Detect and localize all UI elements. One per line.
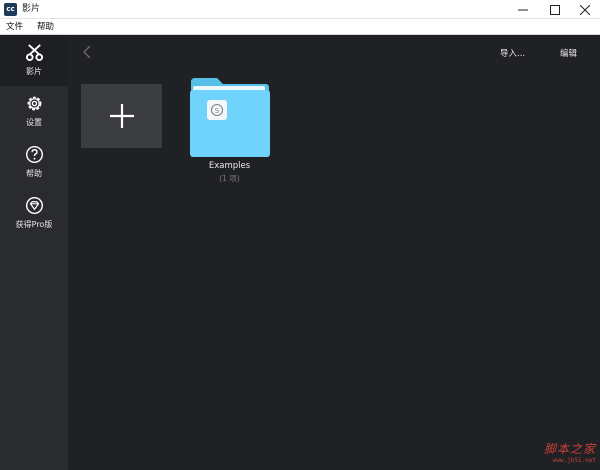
sidebar-item-label: 获得Pro版 xyxy=(15,220,53,229)
watermark-url: www.jb51.net xyxy=(552,457,596,464)
help-circle-icon xyxy=(25,145,43,164)
sidebar-item-help[interactable]: 帮助 xyxy=(0,137,68,188)
menu-bar: 文件 帮助 xyxy=(0,19,600,35)
svg-text:S: S xyxy=(215,107,220,115)
edit-button[interactable]: 编辑 xyxy=(560,47,577,59)
minimize-icon xyxy=(517,9,528,10)
sidebar-item-movies[interactable]: 影片 xyxy=(0,35,68,86)
scissors-icon xyxy=(25,44,43,62)
sidebar-item-settings[interactable]: 设置 xyxy=(0,86,68,137)
watermark: 脚本之家 www.jb51.net xyxy=(520,440,596,464)
gear-icon xyxy=(27,96,41,111)
close-button[interactable] xyxy=(568,0,600,19)
menu-help[interactable]: 帮助 xyxy=(37,19,54,35)
back-button[interactable] xyxy=(80,44,94,60)
folder-item-count: (1 项) xyxy=(219,174,240,183)
chevron-left-icon xyxy=(83,45,91,59)
diamond-icon xyxy=(25,196,43,215)
import-button[interactable]: 导入... xyxy=(500,47,525,59)
menu-file[interactable]: 文件 xyxy=(6,19,23,35)
minimize-button[interactable] xyxy=(506,0,539,19)
plus-icon xyxy=(109,104,134,128)
close-icon xyxy=(579,4,590,15)
sidebar-item-label: 影片 xyxy=(26,67,42,76)
folder-icon: S xyxy=(190,78,270,157)
maximize-button[interactable] xyxy=(538,0,571,19)
maximize-icon xyxy=(549,4,560,15)
sidebar: 影片 设置 帮助 获得Pro版 xyxy=(0,35,68,470)
sidebar-item-label: 帮助 xyxy=(26,169,42,178)
app-logo-icon: cc xyxy=(4,3,17,16)
watermark-text: 脚本之家 xyxy=(543,442,596,456)
folder-name: Examples xyxy=(208,161,251,171)
window-title: 影片 xyxy=(22,4,41,14)
examples-folder[interactable]: S xyxy=(189,76,270,158)
sidebar-item-label: 设置 xyxy=(26,118,42,127)
add-movie-tile[interactable] xyxy=(81,84,162,148)
title-bar: cc 影片 xyxy=(0,0,600,19)
sidebar-item-get-pro[interactable]: 获得Pro版 xyxy=(0,188,68,239)
